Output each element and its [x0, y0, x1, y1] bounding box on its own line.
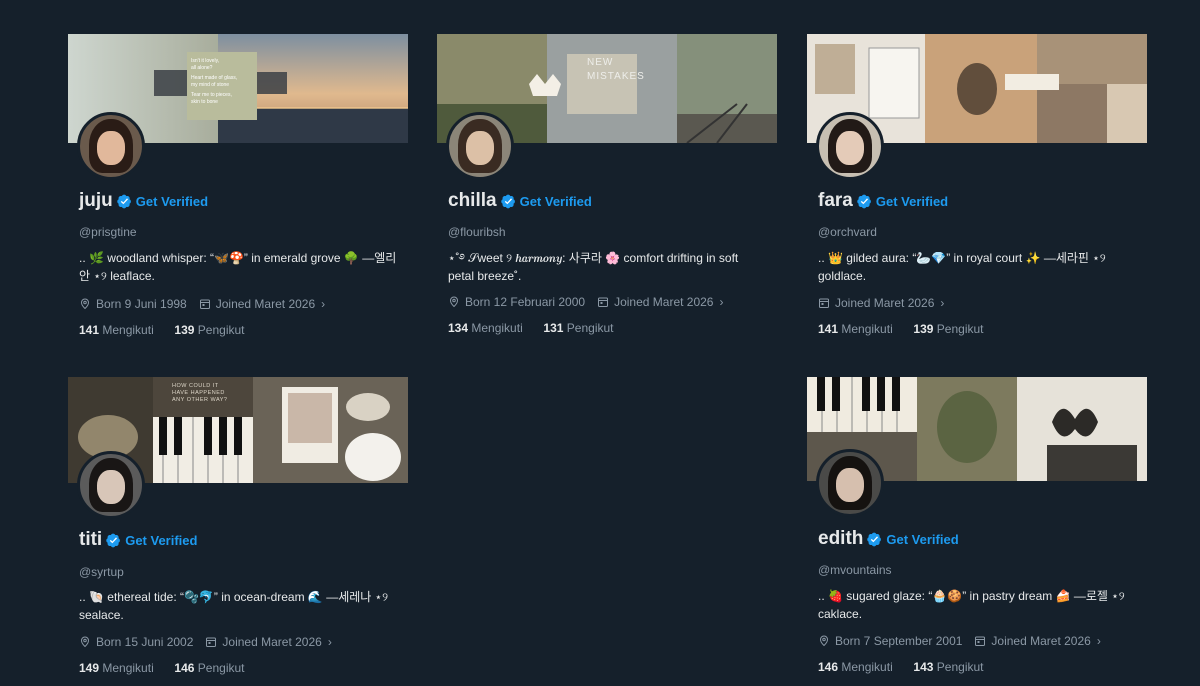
- profile-card-chilla: NEW MISTAKES chilla Get Verified @flouri…: [437, 34, 777, 344]
- location-pin-icon: [818, 635, 830, 647]
- followers-link[interactable]: 139 Pengikut: [174, 323, 244, 337]
- profile-meta: Born 9 Juni 1998 Joined Maret 2026 ›: [79, 297, 325, 311]
- birthdate: Born 12 Februari 2000: [448, 295, 585, 309]
- verified-badge-icon: [501, 194, 516, 209]
- followers-link[interactable]: 146 Pengikut: [174, 661, 244, 675]
- profile-card-fara: fara Get Verified @orchvard .. 👑 gilded …: [807, 34, 1147, 344]
- birthdate: Born 15 Juni 2002: [79, 635, 193, 649]
- name-row: edith Get Verified: [818, 528, 959, 550]
- follow-stats: 149 Mengikuti 146 Pengikut: [79, 661, 245, 675]
- birthdate: Born 7 September 2001: [818, 634, 962, 648]
- username: @flouribsh: [448, 225, 506, 239]
- get-verified-link[interactable]: Get Verified: [520, 194, 592, 209]
- get-verified-link[interactable]: Get Verified: [876, 194, 948, 209]
- joined-date[interactable]: Joined Maret 2026 ›: [597, 295, 723, 309]
- profile-meta: Born 7 September 2001 Joined Maret 2026 …: [818, 634, 1101, 648]
- profile-card-edith: edith Get Verified @mvountains .. 🍓 suga…: [807, 377, 1147, 686]
- verified-badge-icon: [857, 194, 872, 209]
- name-row: juju Get Verified: [79, 190, 208, 212]
- avatar[interactable]: [77, 451, 145, 519]
- chevron-right-icon: ›: [719, 295, 724, 309]
- banner-graffiti: NEW MISTAKES: [587, 57, 645, 82]
- piano-keys: [153, 417, 253, 483]
- display-name: juju: [79, 190, 113, 211]
- verified-badge-icon: [106, 533, 121, 548]
- follow-stats: 134 Mengikuti 131 Pengikut: [448, 321, 614, 335]
- joined-date[interactable]: Joined Maret 2026 ›: [818, 296, 944, 310]
- following-link[interactable]: 141 Mengikuti: [79, 323, 154, 337]
- avatar[interactable]: [446, 112, 514, 180]
- username: @mvountains: [818, 563, 892, 577]
- banner-quote: HOW COULD IT HAVE HAPPENED ANY OTHER WAY…: [172, 383, 228, 403]
- joined-date[interactable]: Joined Maret 2026 ›: [205, 635, 332, 649]
- display-name: edith: [818, 528, 864, 549]
- chevron-right-icon: ›: [327, 635, 332, 649]
- joined-date[interactable]: Joined Maret 2026 ›: [199, 297, 325, 311]
- bio: ⋆˚࿔ 𝒮weet ୨ 𝒉𝒂𝒓𝒎𝒐𝒏𝒚: 사쿠라 🌸 comfort drift…: [448, 251, 739, 283]
- get-verified-link[interactable]: Get Verified: [886, 532, 958, 547]
- chevron-right-icon: ›: [1096, 634, 1101, 648]
- username: @orchvard: [818, 225, 877, 239]
- name-row: fara Get Verified: [818, 190, 948, 212]
- profile-meta: Born 12 Februari 2000 Joined Maret 2026 …: [448, 295, 723, 309]
- get-verified-link[interactable]: Get Verified: [136, 194, 208, 209]
- following-link[interactable]: 134 Mengikuti: [448, 321, 523, 335]
- verified-badge-icon: [117, 194, 132, 209]
- bio: .. 🌿 woodland whisper: “🦋🍄” in emerald g…: [79, 251, 397, 283]
- location-pin-icon: [79, 636, 91, 648]
- verified-badge-icon: [867, 532, 882, 547]
- username: @prisgtine: [79, 225, 137, 239]
- location-pin-icon: [79, 298, 91, 310]
- following-link[interactable]: 141 Mengikuti: [818, 322, 893, 336]
- followers-link[interactable]: 131 Pengikut: [543, 321, 613, 335]
- profile-meta: Born 15 Juni 2002 Joined Maret 2026 ›: [79, 635, 332, 649]
- profile-card-juju: Isn't it lovely, all alone? Heart made o…: [68, 34, 408, 344]
- birthdate: Born 9 Juni 1998: [79, 297, 187, 311]
- location-pin-icon: [448, 296, 460, 308]
- display-name: titi: [79, 529, 103, 550]
- following-link[interactable]: 146 Mengikuti: [818, 660, 893, 674]
- followers-link[interactable]: 143 Pengikut: [913, 660, 983, 674]
- follow-stats: 141 Mengikuti 139 Pengikut: [818, 322, 984, 336]
- profile-meta: Joined Maret 2026 ›: [818, 296, 944, 310]
- name-row: titi Get Verified: [79, 529, 197, 551]
- calendar-icon: [199, 298, 211, 310]
- profile-card-titi: HOW COULD IT HAVE HAPPENED ANY OTHER WAY…: [68, 377, 408, 686]
- get-verified-link[interactable]: Get Verified: [125, 533, 197, 548]
- following-link[interactable]: 149 Mengikuti: [79, 661, 154, 675]
- followers-link[interactable]: 139 Pengikut: [913, 322, 983, 336]
- joined-date[interactable]: Joined Maret 2026 ›: [974, 634, 1101, 648]
- follow-stats: 146 Mengikuti 143 Pengikut: [818, 660, 984, 674]
- avatar[interactable]: [816, 112, 884, 180]
- bio: .. 🐚 ethereal tide: “🫧🐬” in ocean-dream …: [79, 590, 389, 622]
- bio: .. 👑 gilded aura: “🦢💎” in royal court ✨ …: [818, 251, 1106, 283]
- banner-quote: Isn't it lovely, all alone? Heart made o…: [191, 58, 238, 105]
- name-row: chilla Get Verified: [448, 190, 592, 212]
- avatar[interactable]: [816, 449, 884, 517]
- follow-stats: 141 Mengikuti 139 Pengikut: [79, 323, 245, 337]
- chevron-right-icon: ›: [940, 296, 945, 310]
- username: @syrtup: [79, 565, 124, 579]
- calendar-icon: [974, 635, 986, 647]
- calendar-icon: [205, 636, 217, 648]
- chevron-right-icon: ›: [321, 297, 326, 311]
- avatar[interactable]: [77, 112, 145, 180]
- display-name: fara: [818, 190, 853, 211]
- piano-keys: [807, 377, 917, 432]
- bio: .. 🍓 sugared glaze: “🧁🍪” in pastry dream…: [818, 589, 1125, 621]
- calendar-icon: [597, 296, 609, 308]
- calendar-icon: [818, 297, 830, 309]
- display-name: chilla: [448, 190, 497, 211]
